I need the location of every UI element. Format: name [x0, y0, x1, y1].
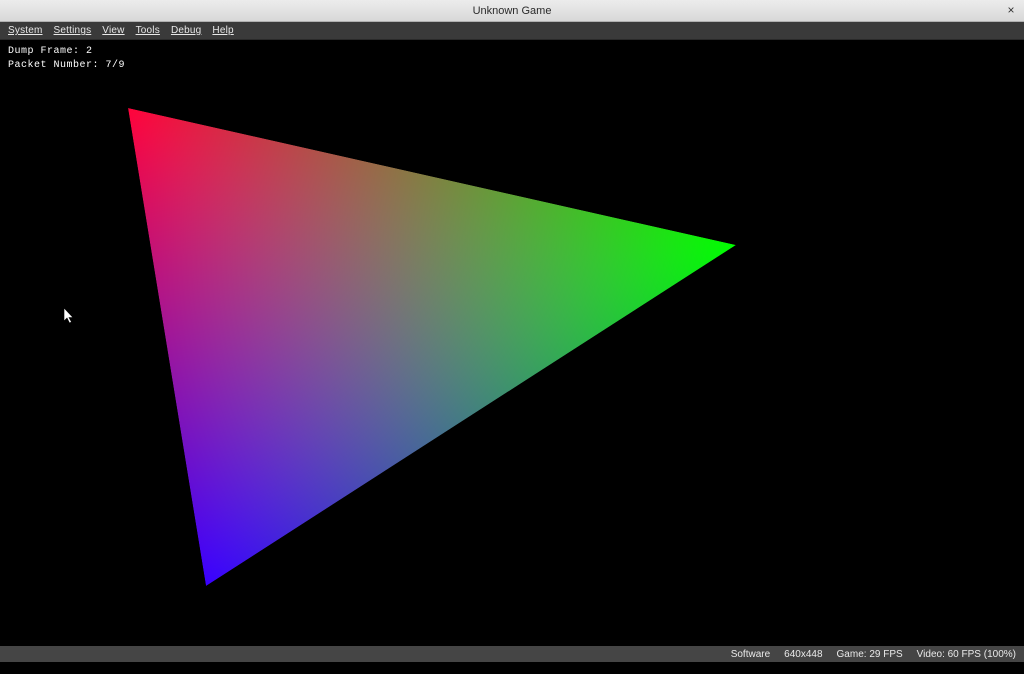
status-resolution: 640x448: [784, 649, 822, 660]
status-game-fps: Game: 29 FPS: [837, 649, 903, 660]
menu-view[interactable]: View: [102, 25, 124, 36]
overlay-packet-number: Packet Number: 7/9: [8, 60, 125, 71]
window-title: Unknown Game: [473, 5, 552, 17]
rendered-triangle: [0, 40, 1024, 646]
window-close-button[interactable]: ×: [1004, 3, 1018, 17]
close-icon: ×: [1007, 4, 1014, 16]
menu-tools[interactable]: Tools: [136, 25, 160, 36]
menu-bar: System Settings View Tools Debug Help: [0, 22, 1024, 40]
status-video-fps: Video: 60 FPS (100%): [917, 649, 1016, 660]
status-bar: Software 640x448 Game: 29 FPS Video: 60 …: [0, 646, 1024, 662]
bottom-gap: [0, 662, 1024, 674]
menu-help[interactable]: Help: [212, 25, 233, 36]
menu-system[interactable]: System: [8, 25, 43, 36]
app-window: Unknown Game × System Settings View Tool…: [0, 0, 1024, 674]
status-renderer: Software: [731, 649, 770, 660]
overlay-dump-frame: Dump Frame: 2: [8, 46, 93, 57]
menu-debug[interactable]: Debug: [171, 25, 201, 36]
menu-settings[interactable]: Settings: [54, 25, 92, 36]
title-bar[interactable]: Unknown Game ×: [0, 0, 1024, 22]
render-viewport[interactable]: Dump Frame: 2 Packet Number: 7/9: [0, 40, 1024, 646]
